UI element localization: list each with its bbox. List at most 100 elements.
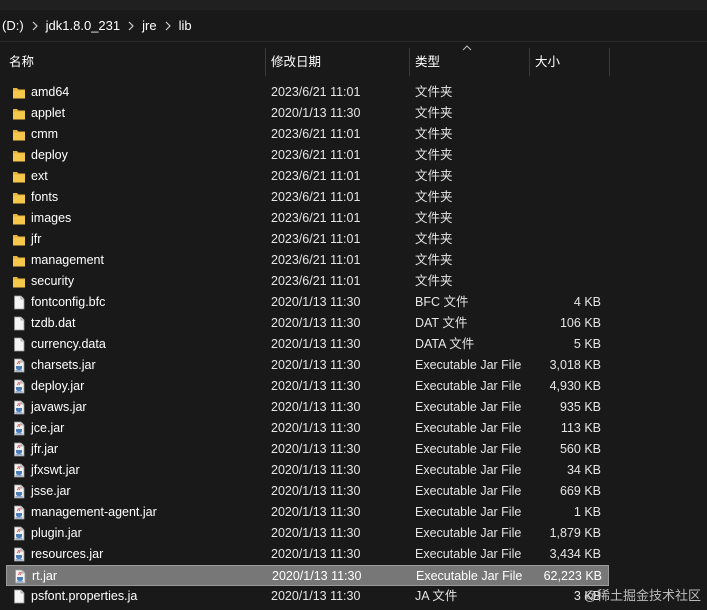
column-header-type[interactable]: 类型 (409, 48, 529, 76)
chevron-right-icon[interactable] (28, 19, 42, 33)
file-date: 2020/1/13 11:30 (271, 442, 361, 456)
file-date: 2020/1/13 11:30 (271, 547, 361, 561)
chevron-right-icon[interactable] (161, 19, 175, 33)
file-type: 文件夹 (415, 232, 453, 246)
file-date: 2020/1/13 11:30 (271, 484, 361, 498)
file-type: DATA 文件 (415, 337, 475, 351)
file-row[interactable]: fonts 2023/6/21 11:01 文件夹 (6, 187, 609, 208)
file-name: tzdb.dat (31, 316, 76, 330)
file-row[interactable]: management 2023/6/21 11:01 文件夹 (6, 250, 609, 271)
file-row[interactable]: images 2023/6/21 11:01 文件夹 (6, 208, 609, 229)
file-row[interactable]: applet 2020/1/13 11:30 文件夹 (6, 103, 609, 124)
breadcrumb-drive[interactable]: (D:) (0, 18, 28, 33)
breadcrumb-jre[interactable]: jre (138, 18, 160, 33)
file-type: 文件夹 (415, 169, 453, 183)
file-name: rt.jar (32, 569, 57, 583)
file-row[interactable]: security 2023/6/21 11:01 文件夹 (6, 271, 609, 292)
file-date: 2020/1/13 11:30 (271, 106, 361, 120)
file-type: 文件夹 (415, 148, 453, 162)
file-size: 3,018 KB (549, 358, 601, 372)
column-header-date[interactable]: 修改日期 (265, 48, 409, 76)
file-row[interactable]: rt.jar 2020/1/13 11:30 Executable Jar File… (6, 565, 609, 586)
file-type: 文件夹 (415, 106, 453, 120)
file-row[interactable]: tzdb.dat 2020/1/13 11:30 DAT 文件 106 KB (6, 313, 609, 334)
folder-icon (12, 253, 26, 268)
chevron-right-icon[interactable] (124, 19, 138, 33)
file-size: 669 KB (559, 484, 601, 498)
jar-file-icon (12, 547, 26, 562)
file-date: 2020/1/13 11:30 (271, 526, 361, 540)
file-date: 2020/1/13 11:30 (271, 421, 361, 435)
file-type: BFC 文件 (415, 295, 469, 309)
file-date: 2023/6/21 11:01 (271, 274, 361, 288)
folder-icon (12, 190, 26, 205)
file-row[interactable]: jfr 2023/6/21 11:01 文件夹 (6, 229, 609, 250)
breadcrumb-jdk[interactable]: jdk1.8.0_231 (42, 18, 124, 33)
address-bar[interactable]: (D:) jdk1.8.0_231 jre lib (0, 10, 707, 42)
file-row[interactable]: jsse.jar 2020/1/13 11:30 Executable Jar Fi… (6, 481, 609, 502)
file-type: Executable Jar File (415, 379, 522, 393)
jar-file-icon (12, 505, 26, 520)
jar-file-icon (12, 400, 26, 415)
file-row[interactable]: javaws.jar 2020/1/13 11:30 Executable Jar … (6, 397, 609, 418)
file-type: 文件夹 (415, 190, 453, 204)
file-type: 文件夹 (415, 253, 453, 267)
file-row[interactable]: jfr.jar 2020/1/13 11:30 Executable Jar Fil… (6, 439, 609, 460)
file-date: 2020/1/13 11:30 (271, 400, 361, 414)
file-type: Executable Jar File (416, 569, 523, 583)
file-icon (12, 589, 26, 604)
file-type: Executable Jar File (415, 463, 522, 477)
file-date: 2023/6/21 11:01 (271, 253, 361, 267)
file-row[interactable]: cmm 2023/6/21 11:01 文件夹 (6, 124, 609, 145)
file-type: DAT 文件 (415, 316, 468, 330)
file-row[interactable]: plugin.jar 2020/1/13 11:30 Executable Jar … (6, 523, 609, 544)
file-type: 文件夹 (415, 274, 453, 288)
file-row[interactable]: deploy 2023/6/21 11:01 文件夹 (6, 145, 609, 166)
file-name: jce.jar (31, 421, 65, 435)
file-name: applet (31, 106, 66, 120)
file-row[interactable]: amd64 2023/6/21 11:01 文件夹 (6, 82, 609, 103)
column-header-size[interactable]: 大小 (529, 48, 609, 76)
file-row[interactable]: psfont.properties.ja 2020/1/13 11:30 JA 文件… (6, 586, 609, 607)
file-date: 2020/1/13 11:30 (271, 316, 361, 330)
file-icon (12, 337, 26, 352)
file-size: 106 KB (559, 316, 601, 330)
file-name: deploy (31, 148, 68, 162)
file-row[interactable]: currency.data 2020/1/13 11:30 DATA 文件 5 KB (6, 334, 609, 355)
column-divider[interactable] (609, 48, 610, 76)
file-size: 113 KB (560, 421, 601, 435)
file-icon (12, 295, 26, 310)
folder-icon (12, 274, 26, 289)
file-size: 5 KB (573, 337, 601, 351)
file-name: management (31, 253, 104, 267)
file-row[interactable]: deploy.jar 2020/1/13 11:30 Executable Jar … (6, 376, 609, 397)
file-name: fonts (31, 190, 59, 204)
file-name: fontconfig.bfc (31, 295, 106, 309)
file-name: cmm (31, 127, 59, 141)
file-name: management-agent.jar (31, 505, 157, 519)
file-row[interactable]: charsets.jar 2020/1/13 11:30 Executable Ja… (6, 355, 609, 376)
file-date: 2023/6/21 11:01 (271, 85, 361, 99)
file-name: charsets.jar (31, 358, 96, 372)
file-row[interactable]: jce.jar 2020/1/13 11:30 Executable Jar Fil… (6, 418, 609, 439)
file-size: 935 KB (559, 400, 601, 414)
file-type: 文件夹 (415, 85, 453, 99)
file-date: 2020/1/13 11:30 (271, 463, 361, 477)
file-row[interactable]: jfxswt.jar 2020/1/13 11:30 Executable Jar … (6, 460, 609, 481)
file-type: Executable Jar File (415, 484, 522, 498)
file-name: resources.jar (31, 547, 104, 561)
watermark: @稀土掘金技术社区 (583, 588, 701, 603)
file-row[interactable]: resources.jar 2020/1/13 11:30 Executable J… (6, 544, 609, 565)
file-name: jfr.jar (31, 442, 59, 456)
file-row[interactable]: fontconfig.bfc 2020/1/13 11:30 BFC 文件 4 KB (6, 292, 609, 313)
file-name: currency.data (31, 337, 106, 351)
file-date: 2020/1/13 11:30 (271, 379, 361, 393)
column-header-name[interactable]: 名称 (0, 48, 265, 76)
jar-file-icon (13, 569, 27, 584)
file-row[interactable]: ext 2023/6/21 11:01 文件夹 (6, 166, 609, 187)
breadcrumb-lib[interactable]: lib (175, 18, 196, 33)
folder-icon (12, 106, 26, 121)
file-name: images (31, 211, 72, 225)
file-size: 3,434 KB (549, 547, 601, 561)
file-row[interactable]: management-agent.jar 2020/1/13 11:30 Execu… (6, 502, 609, 523)
